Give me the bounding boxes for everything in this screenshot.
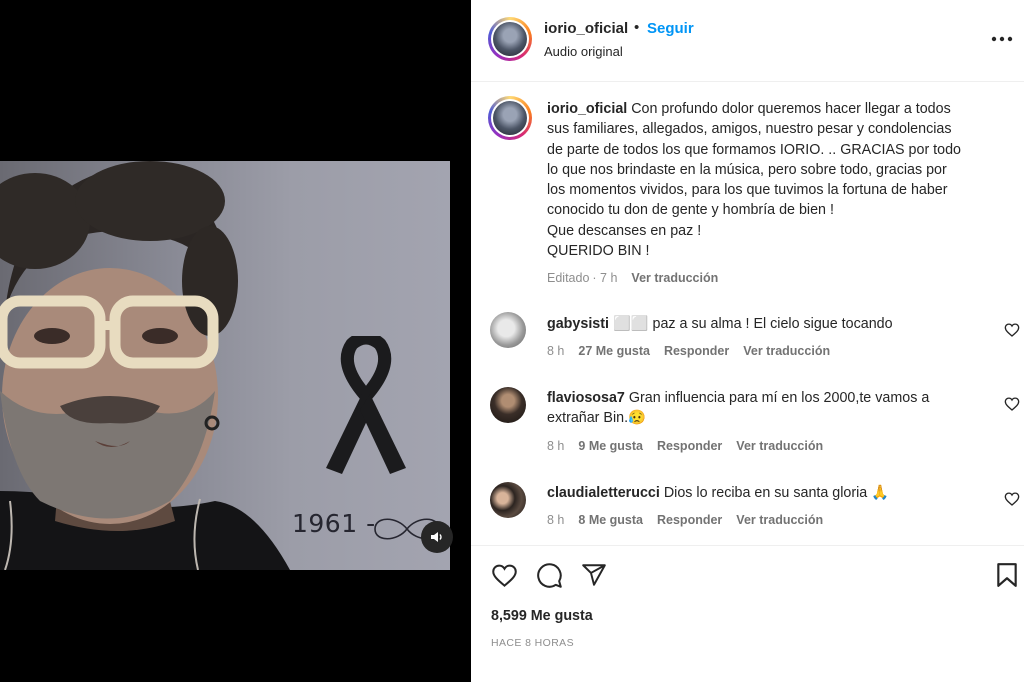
comment-meta: 8 h 8 Me gusta Responder Ver traducción bbox=[547, 513, 837, 527]
comment-username[interactable]: gabysisti bbox=[547, 316, 609, 332]
caption-line: lo que nos brindaste en la música, pero … bbox=[547, 161, 947, 178]
years-text: 1961 - bbox=[292, 509, 376, 538]
bookmark-icon bbox=[997, 563, 1017, 587]
comment-avatar[interactable] bbox=[490, 387, 526, 423]
edited-label: Editado bbox=[547, 271, 590, 285]
portrait-illustration bbox=[0, 161, 290, 570]
caption-line: Que descanses en paz ! bbox=[547, 222, 702, 239]
audio-link[interactable]: Audio original bbox=[544, 44, 623, 59]
caption-line: Con profundo dolor queremos hacer llegar… bbox=[627, 101, 951, 117]
more-horizontal-icon bbox=[991, 36, 1013, 42]
post-caption: iorio_oficial Con profundo dolor queremo… bbox=[547, 99, 997, 261]
comment-username[interactable]: flaviososa7 bbox=[547, 390, 625, 406]
caption-author-avatar[interactable] bbox=[488, 96, 532, 140]
post-photo[interactable]: 1961 - bbox=[0, 161, 450, 570]
translate-link[interactable]: Ver traducción bbox=[743, 344, 830, 358]
mourning-ribbon-icon bbox=[326, 336, 406, 474]
reply-button[interactable]: Responder bbox=[664, 344, 729, 358]
more-options-button[interactable] bbox=[989, 26, 1015, 52]
author-avatar[interactable] bbox=[488, 17, 532, 61]
heart-icon bbox=[491, 564, 517, 587]
comment-meta: 8 h 9 Me gusta Responder Ver traducción bbox=[547, 439, 837, 453]
like-button[interactable] bbox=[489, 560, 519, 590]
caption-username[interactable]: iorio_oficial bbox=[547, 101, 627, 117]
comment-body: Dios lo reciba en su santa gloria 🙏 bbox=[659, 485, 890, 501]
share-button[interactable] bbox=[579, 560, 609, 590]
post-timestamp: HACE 8 HORAS bbox=[491, 637, 574, 649]
comment-body: ⬜⬜ paz a su alma ! El cielo sigue tocand… bbox=[608, 316, 893, 332]
caption-meta: Editado · 7 h Ver traducción bbox=[547, 271, 732, 285]
comment-body: extrañar Bin.😥 bbox=[547, 410, 646, 427]
comment-time: 8 h bbox=[547, 513, 565, 527]
likes-count[interactable]: 8,599 Me gusta bbox=[491, 608, 593, 624]
comment-icon bbox=[536, 562, 562, 588]
comment-like-heart-icon[interactable] bbox=[1004, 322, 1020, 338]
author-username[interactable]: iorio_oficial bbox=[544, 20, 628, 37]
comment-time: 8 h bbox=[547, 344, 565, 358]
header-separator: • bbox=[634, 19, 640, 36]
comment-text: gabysisti ⬜⬜ paz a su alma ! El cielo si… bbox=[547, 314, 967, 334]
comment-likes[interactable]: 27 Me gusta bbox=[578, 344, 650, 358]
caption-translate-link[interactable]: Ver traducción bbox=[631, 271, 718, 285]
comment-text: claudialetterucci Dios lo reciba en su s… bbox=[547, 483, 967, 503]
comment-like-heart-icon[interactable] bbox=[1004, 491, 1020, 507]
comment-username[interactable]: claudialetterucci bbox=[547, 485, 660, 501]
comment-text: flaviososa7 Gran influencia para mí en l… bbox=[547, 388, 967, 429]
follow-button[interactable]: Seguir bbox=[647, 20, 694, 37]
caption-line: conocido tu don de gente y hombría de bi… bbox=[547, 202, 834, 219]
share-icon bbox=[582, 564, 606, 586]
reply-button[interactable]: Responder bbox=[657, 439, 722, 453]
save-button[interactable] bbox=[992, 560, 1022, 590]
caption-line: los momentos vividos, para los que tuvim… bbox=[547, 182, 948, 199]
post-header: iorio_oficial • Seguir Audio original bbox=[471, 0, 1024, 82]
comment-avatar[interactable] bbox=[490, 312, 526, 348]
comment-time: 8 h bbox=[547, 439, 565, 453]
actions-divider bbox=[471, 545, 1024, 546]
caption-line: QUERIDO BIN ! bbox=[547, 243, 650, 260]
comment-button[interactable] bbox=[534, 560, 564, 590]
comment-likes[interactable]: 8 Me gusta bbox=[578, 513, 643, 527]
audio-toggle-button[interactable] bbox=[421, 521, 453, 553]
caption-line: de parte de todos los que formamos IORIO… bbox=[547, 141, 962, 158]
caption-line: sus familiares, allegados, amigos, nuest… bbox=[547, 121, 952, 138]
comment-body: Gran influencia para mí en los 2000,te v… bbox=[624, 390, 930, 406]
reply-button[interactable]: Responder bbox=[657, 513, 722, 527]
comment-meta: 8 h 27 Me gusta Responder Ver traducción bbox=[547, 344, 844, 358]
comment-avatar[interactable] bbox=[490, 482, 526, 518]
comment-likes[interactable]: 9 Me gusta bbox=[578, 439, 643, 453]
translate-link[interactable]: Ver traducción bbox=[736, 439, 823, 453]
media-pane: 1961 - bbox=[0, 0, 471, 682]
comment-like-heart-icon[interactable] bbox=[1004, 396, 1020, 412]
speaker-icon bbox=[431, 532, 442, 542]
translate-link[interactable]: Ver traducción bbox=[736, 513, 823, 527]
post-details-panel: iorio_oficial • Seguir Audio original io… bbox=[471, 0, 1024, 682]
caption-time: · 7 h bbox=[592, 271, 618, 285]
